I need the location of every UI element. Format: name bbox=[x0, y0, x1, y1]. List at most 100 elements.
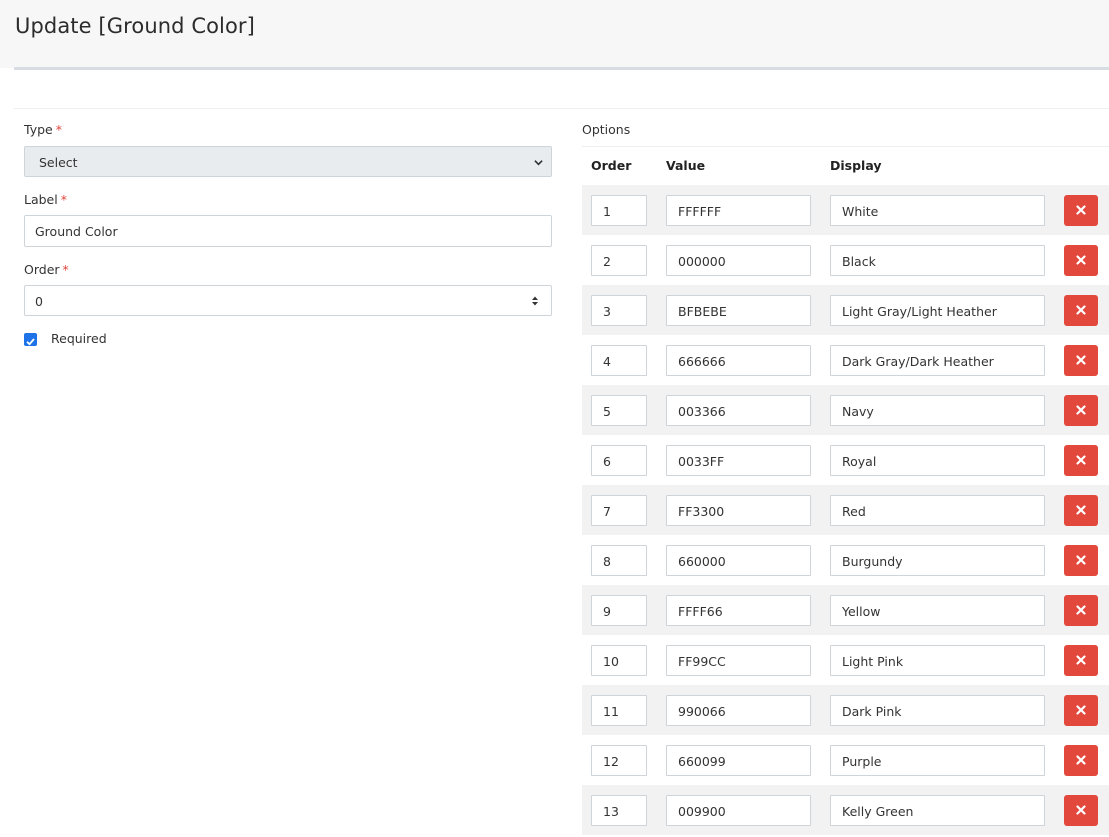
option-value-input[interactable]: 660000 bbox=[666, 545, 811, 576]
delete-option-button[interactable] bbox=[1064, 695, 1098, 726]
required-marker: * bbox=[55, 122, 62, 137]
delete-option-button[interactable] bbox=[1064, 195, 1098, 226]
page-title: Update [Ground Color] bbox=[15, 14, 255, 38]
delete-option-button[interactable] bbox=[1064, 245, 1098, 276]
table-row: 6 0033FF Royal bbox=[582, 435, 1109, 485]
options-title: Options bbox=[582, 122, 631, 137]
close-icon bbox=[1076, 405, 1086, 415]
option-value-input[interactable]: FF99CC bbox=[666, 645, 811, 676]
delete-option-button[interactable] bbox=[1064, 795, 1098, 826]
option-value-input[interactable]: 0033FF bbox=[666, 445, 811, 476]
option-display-input[interactable]: Purple bbox=[830, 745, 1045, 776]
close-icon bbox=[1076, 355, 1086, 365]
option-value-input[interactable]: BFBEBE bbox=[666, 295, 811, 326]
option-display-input[interactable]: Kelly Green bbox=[830, 795, 1045, 826]
table-row: 1 FFFFFF White bbox=[582, 185, 1109, 235]
delete-option-button[interactable] bbox=[1064, 345, 1098, 376]
order-input[interactable]: 0 bbox=[24, 285, 552, 316]
delete-option-button[interactable] bbox=[1064, 295, 1098, 326]
option-display-input[interactable]: Red bbox=[830, 495, 1045, 526]
option-display-input[interactable]: White bbox=[830, 195, 1045, 226]
delete-option-button[interactable] bbox=[1064, 545, 1098, 576]
label-label-text: Label bbox=[24, 192, 58, 207]
close-icon bbox=[1076, 755, 1086, 765]
option-order-input[interactable]: 1 bbox=[591, 195, 647, 226]
option-value-input[interactable]: 660099 bbox=[666, 745, 811, 776]
checkmark-icon bbox=[26, 338, 35, 346]
option-display-input[interactable]: Dark Gray/Dark Heather bbox=[830, 345, 1045, 376]
section-divider bbox=[14, 108, 1109, 109]
close-icon bbox=[1076, 555, 1086, 565]
table-row: 5 003366 Navy bbox=[582, 385, 1109, 435]
required-marker: * bbox=[62, 262, 69, 277]
option-display-input[interactable]: Burgundy bbox=[830, 545, 1045, 576]
option-display-input[interactable]: Light Gray/Light Heather bbox=[830, 295, 1045, 326]
type-select[interactable]: Select bbox=[24, 146, 552, 177]
close-icon bbox=[1076, 605, 1086, 615]
option-order-input[interactable]: 13 bbox=[591, 795, 647, 826]
option-order-input[interactable]: 11 bbox=[591, 695, 647, 726]
option-value-input[interactable]: FFFFFF bbox=[666, 195, 811, 226]
option-order-input[interactable]: 3 bbox=[591, 295, 647, 326]
delete-option-button[interactable] bbox=[1064, 745, 1098, 776]
table-row: 2 000000 Black bbox=[582, 235, 1109, 285]
close-icon bbox=[1076, 505, 1086, 515]
option-value-input[interactable]: 000000 bbox=[666, 245, 811, 276]
option-value-input[interactable]: 009900 bbox=[666, 795, 811, 826]
option-value-input[interactable]: FF3300 bbox=[666, 495, 811, 526]
close-icon bbox=[1076, 205, 1086, 215]
option-display-input[interactable]: Royal bbox=[830, 445, 1045, 476]
chevron-down-icon bbox=[534, 160, 543, 166]
table-row: 10 FF99CC Light Pink bbox=[582, 635, 1109, 685]
type-label-text: Type bbox=[24, 122, 53, 137]
option-value-input[interactable]: 003366 bbox=[666, 395, 811, 426]
table-row: 9 FFFF66 Yellow bbox=[582, 585, 1109, 635]
header-divider bbox=[14, 67, 1109, 70]
table-row: 8 660000 Burgundy bbox=[582, 535, 1109, 585]
table-row: 7 FF3300 Red bbox=[582, 485, 1109, 535]
option-order-input[interactable]: 6 bbox=[591, 445, 647, 476]
display-column-header: Display bbox=[830, 158, 882, 173]
option-order-input[interactable]: 2 bbox=[591, 245, 647, 276]
label-input-value: Ground Color bbox=[35, 224, 118, 239]
option-order-input[interactable]: 5 bbox=[591, 395, 647, 426]
close-icon bbox=[1076, 655, 1086, 665]
required-marker: * bbox=[60, 192, 67, 207]
close-icon bbox=[1076, 305, 1086, 315]
table-row: 4 666666 Dark Gray/Dark Heather bbox=[582, 335, 1109, 385]
label-label: Label * bbox=[24, 192, 67, 207]
required-checkbox[interactable] bbox=[24, 333, 37, 346]
order-label: Order * bbox=[24, 262, 69, 277]
close-icon bbox=[1076, 255, 1086, 265]
option-display-input[interactable]: Light Pink bbox=[830, 645, 1045, 676]
spinner-icon[interactable] bbox=[531, 295, 539, 307]
order-input-value: 0 bbox=[35, 294, 43, 309]
delete-option-button[interactable] bbox=[1064, 395, 1098, 426]
delete-option-button[interactable] bbox=[1064, 495, 1098, 526]
option-order-input[interactable]: 4 bbox=[591, 345, 647, 376]
option-order-input[interactable]: 7 bbox=[591, 495, 647, 526]
option-display-input[interactable]: Yellow bbox=[830, 595, 1045, 626]
close-icon bbox=[1076, 455, 1086, 465]
table-row: 3 BFBEBE Light Gray/Light Heather bbox=[582, 285, 1109, 335]
value-column-header: Value bbox=[666, 158, 706, 173]
order-column-header: Order bbox=[591, 158, 632, 173]
option-order-input[interactable]: 12 bbox=[591, 745, 647, 776]
label-input[interactable]: Ground Color bbox=[24, 215, 552, 247]
table-row: 11 990066 Dark Pink bbox=[582, 685, 1109, 735]
order-label-text: Order bbox=[24, 262, 60, 277]
option-value-input[interactable]: FFFF66 bbox=[666, 595, 811, 626]
option-order-input[interactable]: 8 bbox=[591, 545, 647, 576]
delete-option-button[interactable] bbox=[1064, 645, 1098, 676]
delete-option-button[interactable] bbox=[1064, 595, 1098, 626]
required-label: Required bbox=[51, 331, 107, 346]
close-icon bbox=[1076, 805, 1086, 815]
option-display-input[interactable]: Dark Pink bbox=[830, 695, 1045, 726]
option-value-input[interactable]: 990066 bbox=[666, 695, 811, 726]
delete-option-button[interactable] bbox=[1064, 445, 1098, 476]
option-display-input[interactable]: Black bbox=[830, 245, 1045, 276]
option-order-input[interactable]: 10 bbox=[591, 645, 647, 676]
option-value-input[interactable]: 666666 bbox=[666, 345, 811, 376]
option-order-input[interactable]: 9 bbox=[591, 595, 647, 626]
option-display-input[interactable]: Navy bbox=[830, 395, 1045, 426]
